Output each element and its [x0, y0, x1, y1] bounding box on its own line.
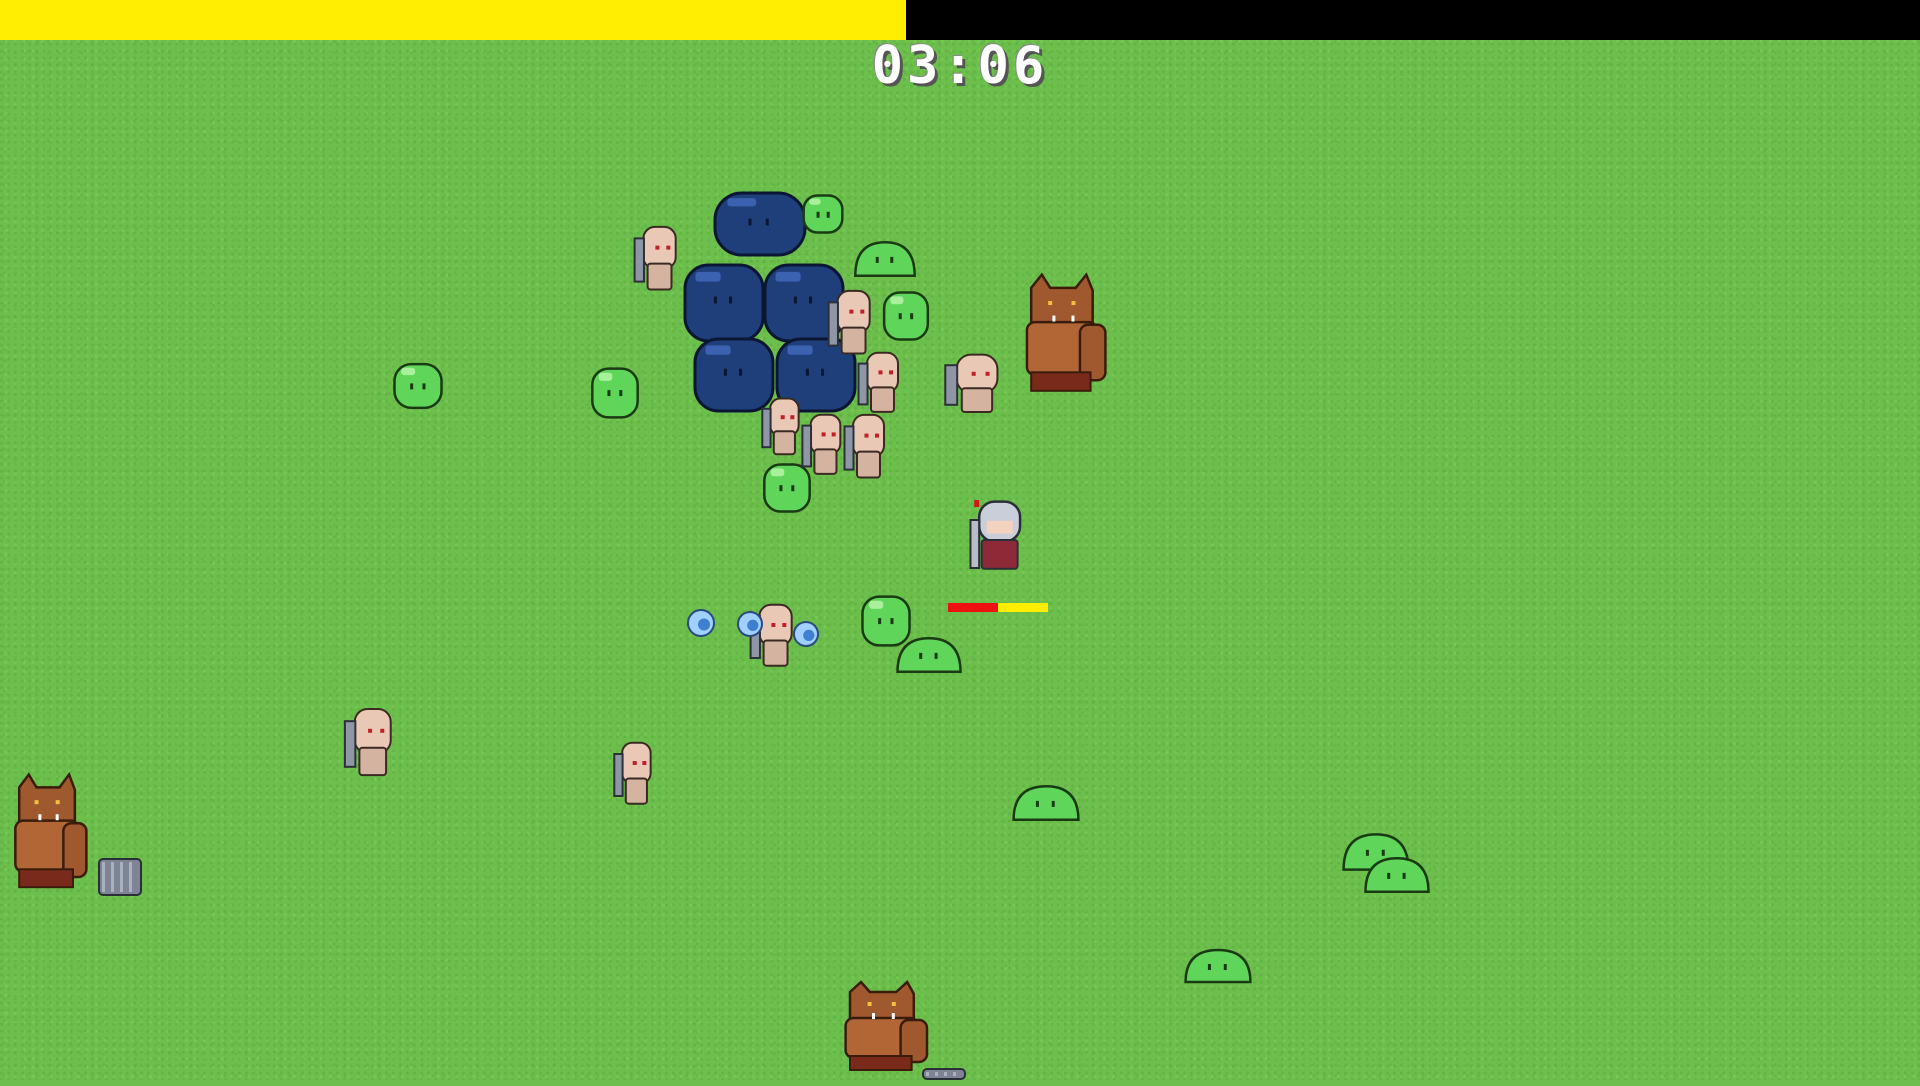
skeleton-enemy — [800, 412, 848, 480]
ogre-icon — [1025, 272, 1107, 392]
dark-slime-enemy — [712, 190, 808, 258]
skeleton-icon — [343, 708, 392, 777]
player-health-bar — [948, 603, 1048, 612]
mace-icon — [98, 858, 142, 896]
dark-slime-icon — [713, 191, 807, 257]
ogre-enemy — [0, 771, 96, 900]
ogre-enemy — [1010, 272, 1116, 404]
experience-bar — [0, 0, 1920, 40]
skeleton-icon — [801, 413, 842, 475]
green-slime-icon — [896, 636, 962, 674]
skeleton-icon — [944, 353, 999, 414]
skeleton-enemy — [942, 352, 1008, 418]
green-slime-icon — [1364, 856, 1430, 894]
experience-orb — [686, 608, 716, 638]
green-slime-enemy — [894, 634, 964, 676]
knight-player — [968, 500, 1030, 580]
green-slime-enemy — [880, 288, 932, 344]
green-slime-icon — [1012, 784, 1080, 822]
ogre-icon — [844, 980, 929, 1071]
green-slime-enemy — [588, 364, 642, 422]
orb-icon — [737, 611, 763, 637]
green-slime-icon — [393, 362, 443, 410]
dark-slime-enemy — [682, 262, 766, 344]
green-slime-icon — [591, 367, 639, 419]
skeleton-icon — [613, 741, 652, 805]
experience-orb — [736, 610, 764, 638]
green-slime-icon — [802, 194, 844, 234]
dark-slime-icon — [683, 263, 765, 343]
game-field[interactable] — [0, 0, 1920, 1080]
green-slime-enemy — [800, 192, 846, 236]
green-slime-icon — [882, 291, 930, 341]
skeleton-enemy — [856, 350, 906, 418]
green-slime-enemy — [1362, 854, 1432, 896]
player-health-fill — [948, 603, 998, 612]
knight-icon — [969, 500, 1022, 570]
green-slime-icon — [854, 240, 916, 278]
skeleton-enemy — [612, 740, 658, 810]
survival-timer: 03:06 — [871, 36, 1049, 96]
green-slime-enemy — [1010, 782, 1082, 824]
orb-icon — [687, 609, 715, 637]
green-slime-enemy — [852, 238, 918, 280]
orb-icon — [793, 621, 819, 647]
skeleton-enemy — [842, 412, 892, 484]
skeleton-icon — [633, 225, 677, 291]
green-slime-icon — [1184, 948, 1252, 984]
skeleton-enemy — [342, 706, 400, 782]
experience-orb — [792, 620, 820, 648]
ogre-icon — [14, 771, 88, 889]
green-slime-enemy — [390, 360, 446, 412]
ogre-enemy — [828, 980, 938, 1080]
ogre-mace — [96, 856, 144, 898]
green-slime-enemy — [1182, 946, 1254, 986]
skeleton-enemy — [632, 224, 684, 296]
skeleton-icon — [857, 351, 899, 413]
experience-bar-fill — [0, 0, 907, 40]
skeleton-icon — [843, 413, 885, 479]
